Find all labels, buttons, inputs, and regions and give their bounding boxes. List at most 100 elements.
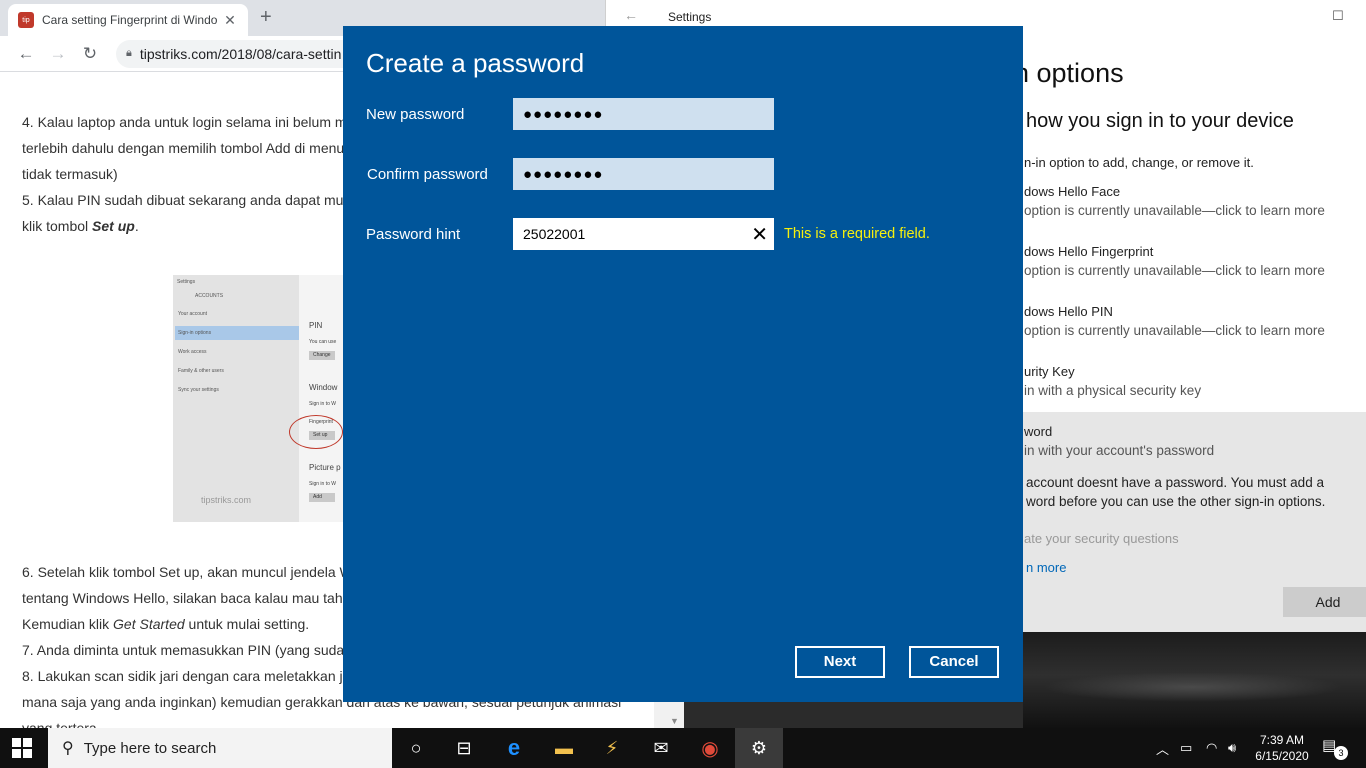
article-line: klik tombol Set up. [22, 218, 139, 234]
image-text: Window [309, 383, 338, 392]
option-password[interactable]: word [1024, 424, 1052, 439]
article-line: terlebih dahulu dengan memilih tombol Ad… [22, 140, 345, 156]
dialog-title: Create a password [366, 48, 585, 78]
image-main: PIN You can use Change Window Sign in to… [299, 275, 343, 522]
image-header: Settings [177, 279, 196, 285]
search-placeholder: Type here to search [83, 739, 217, 757]
browser-tab[interactable]: tip Cara setting Fingerprint di Windo ✕ [8, 4, 248, 36]
system-clock[interactable]: 7:39 AM 6/15/2020 [1252, 732, 1312, 764]
back-arrow-icon[interactable]: ← [10, 44, 42, 64]
security-questions-link[interactable]: ate your security questions [1024, 531, 1179, 546]
tab-close-icon[interactable]: ✕ [222, 12, 238, 29]
clock-date: 6/15/2020 [1255, 749, 1309, 763]
edge-browser-icon[interactable]: e [490, 728, 538, 768]
image-sidebar-item: Family & other users [178, 368, 224, 374]
volume-icon[interactable]: 🔊︎ [1228, 728, 1236, 768]
task-view-icon[interactable]: ⊟ [440, 728, 488, 768]
image-text: Sign in to W [309, 481, 336, 487]
page-title: n options [1014, 58, 1124, 88]
windows-start-icon[interactable] [12, 738, 32, 758]
image-sidebar-item: Sync your settings [178, 387, 219, 393]
article-screenshot-image: Settings ACCOUNTS Your account Sign-in o… [173, 275, 343, 522]
article-line: 4. Kalau laptop anda untuk login selama … [22, 114, 347, 130]
section-heading: how you sign in to your device [1026, 110, 1294, 132]
image-button: Change [309, 351, 335, 360]
new-tab-icon[interactable]: + [260, 6, 272, 29]
highlight-circle [289, 415, 343, 449]
image-section: ACCOUNTS [195, 293, 224, 299]
maximize-icon[interactable]: ☐ [1332, 8, 1344, 24]
article-line: 8. Lakukan scan sidik jari dengan cara m… [22, 668, 351, 684]
article-line: Kemudian klik Get Started untuk mulai se… [22, 616, 309, 632]
taskbar: ⚲ Type here to search ○ ⊟ e ▬ ⚡ ✉ ◉ ⚙ ︿ … [0, 728, 1366, 768]
taskbar-search-box[interactable]: ⚲ Type here to search [48, 728, 392, 768]
learn-more-link[interactable]: n more [1026, 560, 1066, 575]
image-text: You can use [309, 339, 337, 345]
show-hidden-icons-icon[interactable]: ︿ [1156, 728, 1169, 768]
option-fingerprint-desc[interactable]: option is currently unavailable—click to… [1024, 263, 1325, 278]
back-arrow-icon[interactable]: ← [624, 7, 638, 23]
site-favicon-icon: tip [18, 12, 34, 28]
app-pinned-icon[interactable]: ⚡ [588, 728, 636, 768]
password-hint-field[interactable]: 25022001 ✕ [513, 218, 774, 250]
option-face[interactable]: dows Hello Face [1024, 184, 1120, 199]
desktop-wallpaper [1023, 632, 1366, 728]
article-emphasis: Get Started [113, 616, 185, 632]
image-text: Sign in to W [309, 401, 336, 407]
url-text: tipstriks.com/2018/08/cara-settin [139, 45, 342, 62]
search-icon: ⚲ [62, 740, 74, 757]
intro-text: n-in option to add, change, or remove it… [1024, 155, 1254, 170]
option-pin[interactable]: dows Hello PIN [1024, 304, 1113, 319]
confirm-password-field[interactable]: ●●●●●●●● [513, 158, 774, 190]
required-field-error: This is a required field. [784, 226, 930, 242]
forward-arrow-icon[interactable]: → [42, 44, 74, 64]
clear-icon[interactable]: ✕ [751, 222, 768, 247]
image-text: PIN [309, 321, 323, 330]
settings-title: Settings [668, 10, 712, 24]
article-text: Kemudian klik [22, 616, 114, 632]
clock-time: 7:39 AM [1259, 733, 1305, 747]
cancel-button[interactable]: Cancel [909, 646, 999, 678]
password-hint-label: Password hint [366, 226, 461, 243]
tab-title: Cara setting Fingerprint di Windo [42, 13, 218, 27]
password-note: account doesnt have a password. You must… [1026, 475, 1324, 490]
option-fingerprint[interactable]: dows Hello Fingerprint [1024, 244, 1153, 259]
article-emphasis: Set up [92, 218, 135, 234]
article-line: 5. Kalau PIN sudah dibuat sekarang anda … [22, 192, 347, 208]
article-text: . [134, 218, 139, 234]
wifi-icon[interactable]: ◠ [1206, 728, 1217, 768]
password-note: word before you can use the other sign-i… [1026, 494, 1326, 509]
image-sidebar: Settings ACCOUNTS Your account Sign-in o… [173, 275, 299, 522]
confirm-password-label: Confirm password [367, 166, 488, 183]
next-button[interactable]: Next [795, 646, 885, 678]
image-sidebar-item: Work access [178, 349, 207, 355]
article-text: klik tombol [22, 218, 93, 234]
notification-count-badge: 3 [1334, 746, 1348, 760]
settings-gear-icon[interactable]: ⚙ [735, 728, 783, 768]
option-security-key[interactable]: urity Key [1024, 364, 1075, 379]
article-line: yang tertera [22, 720, 97, 728]
add-password-button[interactable]: Add [1283, 587, 1366, 617]
image-button: Add [309, 493, 335, 502]
option-pin-desc[interactable]: option is currently unavailable—click to… [1024, 323, 1325, 338]
article-text: untuk mulai setting. [184, 616, 310, 632]
scroll-down-icon[interactable]: ▼ [670, 716, 679, 726]
article-line: tidak termasuk) [22, 166, 118, 182]
create-password-dialog: Create a password New password ●●●●●●●● … [343, 26, 1023, 702]
password-hint-value: 25022001 [523, 226, 586, 242]
option-face-desc[interactable]: option is currently unavailable—click to… [1024, 203, 1325, 218]
action-center-icon[interactable]: ▤ 3 [1322, 736, 1348, 760]
mail-icon[interactable]: ✉ [637, 728, 685, 768]
chrome-browser-icon[interactable]: ◉ [686, 728, 734, 768]
option-password-desc[interactable]: in with your account's password [1024, 443, 1214, 458]
battery-icon[interactable]: ▭ [1180, 728, 1192, 768]
cortana-icon[interactable]: ○ [392, 728, 440, 768]
reload-icon[interactable]: ↻ [74, 44, 106, 64]
new-password-label: New password [366, 106, 465, 123]
new-password-field[interactable]: ●●●●●●●● [513, 98, 774, 130]
image-text: Picture p [309, 463, 341, 472]
image-sidebar-item: Your account [178, 311, 208, 317]
file-explorer-icon[interactable]: ▬ [540, 728, 588, 768]
image-watermark: tipstriks.com [201, 495, 252, 505]
option-security-key-desc[interactable]: in with a physical security key [1024, 383, 1201, 398]
